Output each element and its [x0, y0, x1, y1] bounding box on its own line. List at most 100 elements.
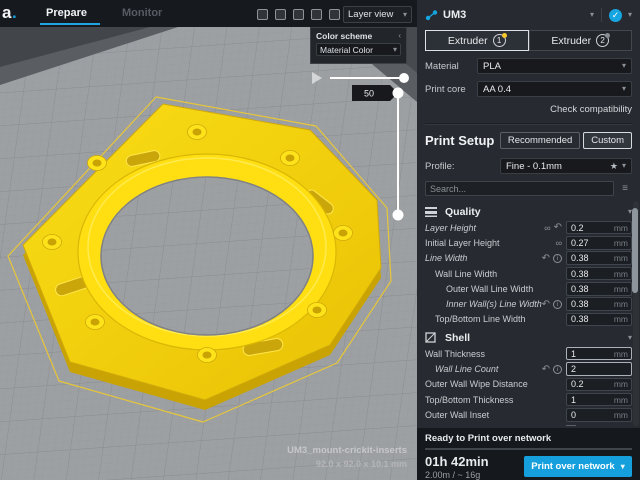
link-icon[interactable]: ∞	[556, 238, 562, 248]
setting-row[interactable]: Outer Wall Line Width 0.38mm	[425, 281, 632, 296]
extruder-tabs: Extruder 1 Extruder 2	[425, 30, 632, 51]
setting-value-field[interactable]: 0.38mm	[566, 251, 632, 265]
settings-search-input[interactable]	[425, 181, 614, 196]
extruder-1-tab[interactable]: Extruder 1	[425, 30, 529, 51]
setting-value-field[interactable]: 0.27mm	[566, 236, 632, 250]
sidebar-panel: UM3 ▾ ✓ ▾ Extruder 1 Extruder 2	[417, 0, 640, 480]
printer-name: UM3	[443, 9, 590, 21]
view-tool-icon-4[interactable]	[311, 9, 322, 20]
view-tool-icon-2[interactable]	[275, 9, 286, 20]
setting-row[interactable]: Top/Bottom Line Width 0.38mm	[425, 312, 632, 327]
revert-icon[interactable]: ↶	[542, 299, 550, 310]
check-compatibility-link[interactable]: Check compatibility	[425, 104, 632, 115]
revert-icon[interactable]: ↶	[542, 253, 550, 264]
setting-row[interactable]: Top/Bottom Thickness 1mm	[425, 392, 632, 407]
color-scheme-panel: Color scheme ‹ Material Color ▾	[310, 27, 407, 64]
print-job-footer: Ready to Print over network 01h 42min 2.…	[417, 428, 640, 480]
chevron-down-icon: ▾	[628, 334, 632, 342]
revert-icon[interactable]: ↶	[554, 222, 562, 233]
material-dropdown[interactable]: PLA ▾	[477, 58, 632, 74]
view-tool-icon-5[interactable]	[329, 9, 340, 20]
setting-row[interactable]: Wall Thickness 1mm	[425, 346, 632, 361]
print-setup-title: Print Setup	[425, 133, 500, 148]
outer-before-inner-walls-checkbox[interactable]	[566, 425, 576, 426]
setting-row[interactable]: Inner Wall(s) Line Width ↶i 0.38mm	[425, 296, 632, 311]
scrollbar-thumb[interactable]	[632, 208, 638, 293]
shell-icon	[425, 332, 439, 343]
settings-scrollbar[interactable]	[633, 201, 639, 426]
mode-custom-button[interactable]: Custom	[583, 132, 632, 149]
chevron-down-icon: ▾	[622, 162, 626, 170]
setting-row[interactable]: Outer Wall Wipe Distance 0.2mm	[425, 377, 632, 392]
info-icon[interactable]: i	[553, 365, 562, 374]
simulation-slider-handle[interactable]	[399, 73, 409, 83]
printer-dropdown-icon[interactable]: ▾	[590, 11, 594, 19]
setting-value-field[interactable]: 0.38mm	[566, 267, 632, 281]
setting-row[interactable]: Wall Line Count ↶i 2	[425, 361, 632, 376]
setting-row[interactable]: Outer Before Inner Walls	[425, 423, 632, 426]
view-mode-dropdown[interactable]: Layer view ▾	[343, 6, 412, 23]
revert-icon[interactable]: ↶	[542, 364, 550, 375]
setting-value-field[interactable]: 1mm	[566, 393, 632, 407]
setting-row[interactable]: Layer Height ∞↶ 0.2mm	[425, 220, 632, 235]
setting-value-field[interactable]: 0mm	[566, 408, 632, 422]
info-icon[interactable]: i	[553, 300, 562, 309]
material-label: Material	[425, 61, 477, 72]
quality-icon	[425, 207, 439, 217]
collapse-left-icon[interactable]: ‹	[398, 32, 401, 40]
color-scheme-title: Color scheme	[316, 31, 398, 41]
setting-row[interactable]: Wall Line Width 0.38mm	[425, 266, 632, 281]
chevron-down-icon: ▾	[622, 85, 626, 93]
tab-prepare[interactable]: Prepare	[46, 7, 87, 19]
setting-value-field[interactable]: 0.38mm	[566, 282, 632, 296]
layer-value-text: 50	[364, 89, 374, 99]
filter-icon[interactable]: ≡	[618, 183, 632, 194]
extruder-2-material-dot	[605, 33, 610, 38]
printer-network-icon	[425, 9, 438, 22]
active-tab-underline	[40, 23, 100, 25]
setting-value-field[interactable]: 0.2mm	[566, 378, 632, 392]
mode-recommended-button[interactable]: Recommended	[500, 132, 580, 149]
material-estimate: 2.00m / ~ 16g	[425, 470, 524, 480]
profile-label: Profile:	[425, 161, 500, 172]
divider	[601, 8, 602, 22]
cura-window: 50 Color scheme ‹ Material Color ▾ UM3_m…	[0, 0, 640, 480]
setting-value-field[interactable]: 0.38mm	[566, 313, 632, 327]
chevron-down-icon: ▾	[393, 46, 397, 54]
setting-row[interactable]: Line Width ↶i 0.38mm	[425, 251, 632, 266]
section-header-shell[interactable]: Shell ▾	[425, 329, 632, 346]
info-icon[interactable]: i	[553, 254, 562, 263]
profile-dropdown[interactable]: Fine - 0.1mm ★ ▾	[500, 158, 632, 174]
cura-logo: a.	[2, 3, 17, 23]
connection-dropdown-icon[interactable]: ▾	[628, 11, 632, 19]
chevron-down-icon: ▾	[622, 62, 626, 70]
extruder-2-tab[interactable]: Extruder 2	[529, 30, 633, 51]
link-icon[interactable]: ∞	[544, 223, 550, 233]
build-plate-scene: 50	[0, 27, 417, 480]
layer-slider-bottom-handle[interactable]	[393, 210, 404, 221]
settings-list[interactable]: Quality ▾ Layer Height ∞↶ 0.2mm Initial …	[417, 201, 640, 426]
setting-value-field[interactable]: 2	[566, 362, 632, 376]
print-setup-section: Print Setup Recommended Custom Profile: …	[417, 124, 640, 196]
machine-section: UM3 ▾ ✓ ▾ Extruder 1 Extruder 2	[417, 0, 640, 124]
setting-value-field[interactable]: 1mm	[566, 347, 632, 361]
layer-slider-top-handle[interactable]	[393, 88, 404, 99]
tab-monitor[interactable]: Monitor	[122, 7, 162, 19]
color-scheme-dropdown[interactable]: Material Color ▾	[316, 43, 401, 56]
connection-check-icon: ✓	[609, 9, 622, 22]
job-status: Ready to Print over network	[425, 433, 632, 444]
setting-value-field[interactable]: 0.2mm	[566, 221, 632, 235]
viewport-3d[interactable]: 50 Color scheme ‹ Material Color ▾ UM3_m…	[0, 27, 417, 480]
section-header-quality[interactable]: Quality ▾	[425, 203, 632, 220]
view-tool-icon-1[interactable]	[257, 9, 268, 20]
setting-row[interactable]: Outer Wall Inset 0mm	[425, 407, 632, 422]
print-core-dropdown[interactable]: AA 0.4 ▾	[477, 81, 632, 97]
chevron-down-icon: ▾	[621, 463, 625, 471]
chevron-down-icon: ▾	[403, 11, 407, 19]
setting-row[interactable]: Initial Layer Height ∞ 0.27mm	[425, 235, 632, 250]
print-over-network-button[interactable]: Print over network ▾	[524, 456, 632, 477]
star-icon[interactable]: ★	[610, 161, 618, 172]
setting-value-field[interactable]: 0.38mm	[566, 297, 632, 311]
print-core-label: Print core	[425, 84, 477, 95]
view-tool-icon-3[interactable]	[293, 9, 304, 20]
